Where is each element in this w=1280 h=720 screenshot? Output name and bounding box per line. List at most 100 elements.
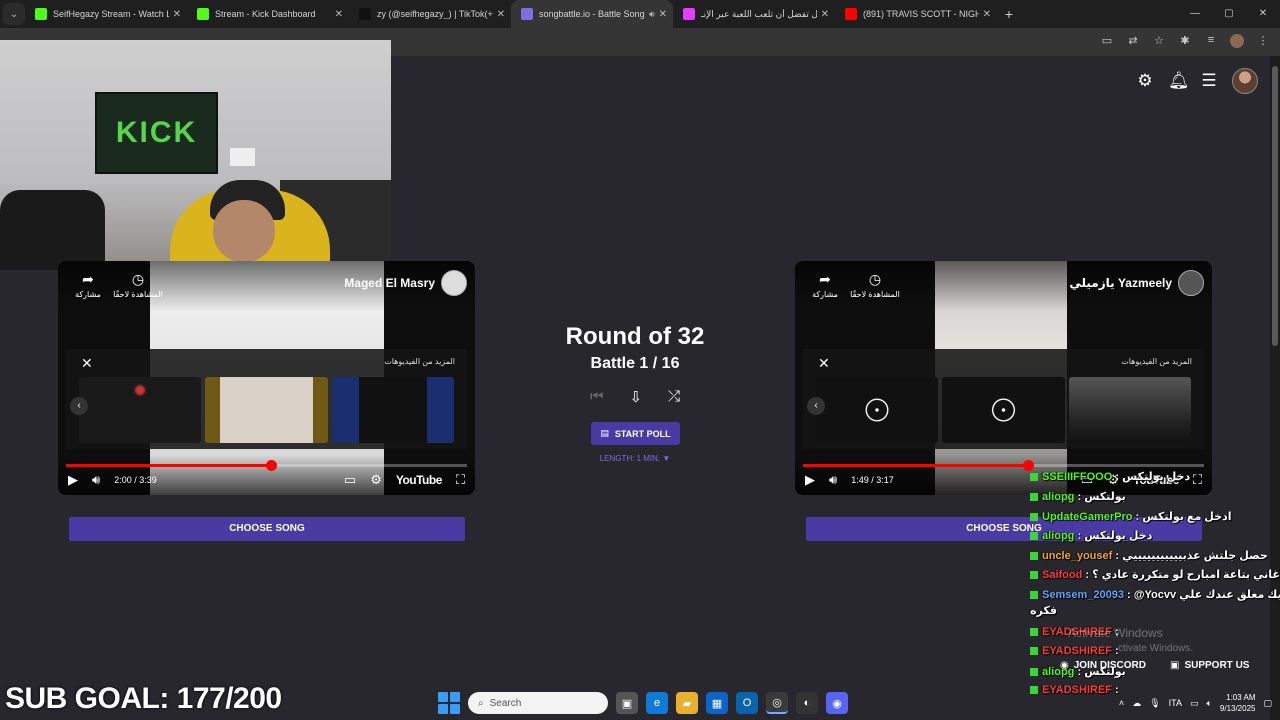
start-poll-button[interactable]: ▤ START POLL [591,422,680,445]
chevron-left-icon[interactable]: ‹ [70,397,88,415]
browser-tab[interactable]: zy (@seifhegazy_) | TikTok(+99) ✕ [349,0,511,28]
join-discord-button[interactable]: ◉ JOIN DISCORD [1060,655,1146,675]
shuffle-icon[interactable]: ⤮ [668,388,680,406]
file-explorer-icon[interactable]: ▰ [676,692,698,714]
settings-gear-icon[interactable]: ⚙ [1136,72,1154,90]
progress-bar[interactable] [803,460,1204,471]
close-icon[interactable]: ✕ [818,355,830,372]
play-icon[interactable]: ▶ [68,472,78,488]
watch-later-action[interactable]: ◷ المشاهدة لاحقًا [845,271,905,299]
volume-icon[interactable]: 🔊︎ [92,472,100,488]
browser-tab[interactable]: songbattle.io - Battle Songs 🔊︎ ✕ [511,0,673,28]
chat-username[interactable]: Saifood [1042,569,1082,581]
chat-username[interactable]: uncle_yousef [1042,550,1112,562]
browser-tab[interactable]: Stream - Kick Dashboard ✕ [187,0,349,28]
tab-close-icon[interactable]: ✕ [335,9,343,20]
progress-bar[interactable] [66,460,467,471]
translate-icon[interactable]: ⇄ [1126,34,1140,51]
tab-close-icon[interactable]: ✕ [659,9,667,20]
settings-icon[interactable]: ⚙ [370,472,382,488]
scrollbar-thumb[interactable] [1272,66,1278,346]
close-icon[interactable]: ✕ [81,355,93,372]
reading-list-icon[interactable]: ≡ [1204,34,1218,51]
suggested-video[interactable] [1068,377,1191,443]
store-icon[interactable]: ▦ [706,692,728,714]
chevron-left-icon[interactable]: ‹ [807,397,825,415]
progress-fill [803,464,1028,467]
tab-search-button[interactable]: ⌄ [3,3,25,25]
chat-message: UpdateGamerPro : ادخل مع بولتكس [1030,510,1231,523]
windows-start-icon[interactable] [438,692,460,714]
discord-taskbar-icon[interactable]: ◉ [826,692,848,714]
channel-info[interactable]: Maged El Masry [344,270,467,296]
chat-username[interactable]: aliopg [1042,491,1074,503]
close-window-button[interactable]: ✕ [1246,0,1280,28]
user-avatar[interactable] [1232,68,1258,94]
edge-icon[interactable]: e [646,692,668,714]
fullscreen-icon[interactable]: ⛶ [456,472,465,488]
tab-close-icon[interactable]: ✕ [173,9,181,20]
captions-icon[interactable]: ▭ [344,472,356,488]
suggested-video[interactable] [942,377,1065,443]
suggested-video[interactable] [79,377,202,443]
browser-tab[interactable]: SeifHegazy Stream - Watch Live ✕ [25,0,187,28]
play-icon[interactable]: ▶ [805,472,815,488]
system-tray: ˄ ☁ 🎙︎ ITA ▭ 🔈︎ 1:03 AM 9/13/2025 ▢ [1119,692,1272,714]
progress-knob[interactable] [265,460,277,471]
tab-close-icon[interactable]: ✕ [821,9,829,20]
language-indicator[interactable]: ITA [1169,698,1182,708]
speaker-icon[interactable]: 🔈︎ [1206,698,1211,709]
chat-username[interactable]: SSEIIIFFOOO [1042,471,1112,483]
tray-chevron-icon[interactable]: ˄ [1119,698,1124,708]
outlook-icon[interactable]: O [736,692,758,714]
obs-icon[interactable]: ◐ [796,692,818,714]
maximize-button[interactable]: ▢ [1212,0,1246,28]
youtube-logo[interactable]: YouTube [396,473,443,487]
taskbar-search[interactable]: ⌕ Search [468,692,608,714]
tab-audio-icon[interactable]: 🔊︎ [649,9,655,20]
taskbar-clock[interactable]: 1:03 AM 9/13/2025 [1220,692,1256,714]
notification-bell-icon[interactable]: 🔔︎ [1168,72,1190,90]
support-us-button[interactable]: ▣ SUPPORT US [1170,655,1249,675]
network-icon[interactable]: ▭ [1190,698,1199,709]
watch-later-action[interactable]: ◷ المشاهدة لاحقًا [108,271,168,299]
length-dropdown[interactable]: LENGTH: 1 MIN. ▼ [560,454,710,463]
tab-favicon [359,8,371,20]
chat-username[interactable]: aliopg [1042,530,1074,542]
hamburger-menu-icon[interactable]: ☰ [1200,72,1218,90]
volume-icon[interactable]: 🔊︎ [829,472,837,488]
streamer-face [213,200,275,262]
suggested-video[interactable] [816,377,939,443]
task-view-icon[interactable]: ▣ [616,692,638,714]
chat-username[interactable]: UpdateGamerPro [1042,511,1132,523]
video-player-right[interactable]: ➦ مشاركة ◷ المشاهدة لاحقًا يازميلي Yazmeel… [795,261,1212,495]
browser-tab[interactable]: هل تفضل أن تلعب اللعبة عبر الإنـ ✕ [673,0,835,28]
chrome-icon[interactable]: ◎ [766,692,788,714]
bookmark-star-icon[interactable]: ☆ [1152,34,1166,51]
suggested-video[interactable] [331,377,454,443]
suggested-video[interactable] [205,377,328,443]
cast-icon[interactable]: ▭ [1100,34,1114,51]
video-player-left[interactable]: ➦ مشاركة ◷ المشاهدة لاحقًا Maged El Masry … [58,261,475,495]
tab-close-icon[interactable]: ✕ [497,9,505,20]
tab-close-icon[interactable]: ✕ [983,9,991,20]
battle-counter: Battle 1 / 16 [590,355,680,372]
minimize-button[interactable]: — [1178,0,1212,28]
page-scrollbar[interactable] [1270,56,1280,720]
browser-menu-icon[interactable]: ⋮ [1256,34,1270,51]
new-tab-button[interactable]: + [997,6,1021,22]
mic-icon[interactable]: 🎙︎ [1149,698,1160,709]
battle-controls: ⏮ ⇩ ⤮ [590,388,680,406]
chat-username[interactable]: Semsem_20093 [1042,589,1124,601]
browser-tab[interactable]: (891) TRAVIS SCOTT - NIGHTCR ✕ [835,0,997,28]
download-icon[interactable]: ⇩ [629,388,642,406]
choose-song-left-button[interactable]: CHOOSE SONG [69,517,465,541]
extensions-icon[interactable]: ✱ [1178,34,1192,51]
profile-avatar[interactable] [1230,34,1244,51]
cloud-icon[interactable]: ☁ [1132,698,1141,709]
search-icon: ⌕ [478,697,484,709]
fullscreen-icon[interactable]: ⛶ [1193,472,1202,488]
notification-icon[interactable]: ▢ [1263,698,1272,709]
channel-info[interactable]: يازميلي Yazmeely [1069,270,1204,296]
skip-back-icon[interactable]: ⏮ [590,388,604,406]
